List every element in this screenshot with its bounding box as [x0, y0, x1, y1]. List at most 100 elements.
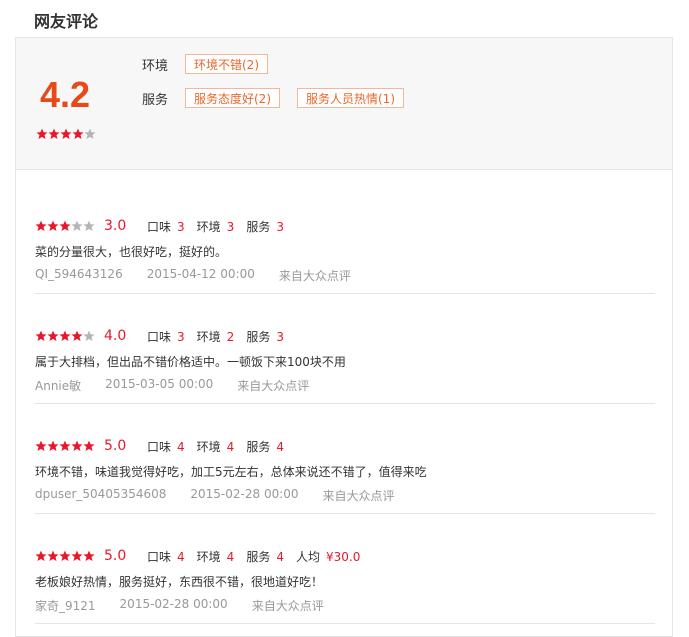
price-value: ¥30.0 [325, 549, 361, 564]
service-rating: 服务 3 [246, 218, 284, 235]
review-score: 5.0 [104, 438, 127, 454]
service-label: 服务 [246, 549, 271, 564]
environment-label: 环境 [196, 219, 221, 234]
taste-label: 口味 [147, 219, 172, 234]
star-filled-icon [47, 550, 59, 562]
taste-rating: 口味 4 [147, 548, 185, 565]
environment-value: 4 [226, 439, 235, 454]
star-filled-icon [71, 330, 83, 342]
review-text: 菜的分量很大，也很好吃，挺好的。 [35, 245, 228, 259]
service-tags-row: 服务 服务态度好(2) 服务人员热情(1) [142, 88, 421, 108]
review-stars [35, 220, 95, 232]
taste-value: 4 [177, 439, 185, 454]
review-source: 来自大众点评 [237, 379, 310, 393]
review-date: 2015-02-28 00:00 [190, 487, 299, 501]
star-filled-icon [72, 128, 84, 140]
environment-rating: 环境 3 [197, 218, 235, 235]
price-label: 人均 [295, 549, 320, 564]
service-rating: 服务 4 [246, 438, 284, 455]
service-label: 服务 [246, 329, 271, 344]
taste-rating: 口味 4 [147, 438, 185, 455]
taste-label: 口味 [147, 329, 172, 344]
rating-summary: 4.2 环境 环境不错(2) 服务 服务态度好(2) 服务人员热情(1) [16, 38, 672, 170]
star-filled-icon [48, 128, 60, 140]
review-user: 家奇_9121 [35, 599, 96, 613]
taste-value: 3 [177, 329, 185, 344]
service-value: 3 [276, 219, 284, 234]
review-item: 5.0 口味 4 环境 4 服务 4 人均 ¥30.0 老板娘好热情，服务挺好，东西很不… [35, 514, 655, 624]
taste-label: 口味 [147, 439, 172, 454]
star-filled-icon [71, 550, 83, 562]
star-filled-icon [35, 330, 47, 342]
star-filled-icon [47, 330, 59, 342]
star-filled-icon [47, 440, 59, 452]
service-value: 3 [276, 329, 284, 344]
review-text: 老板娘好热情，服务挺好，东西很不错，很地道好吃！ [35, 575, 324, 589]
tag-service-warm-staff[interactable]: 服务人员热情(1) [297, 88, 404, 108]
star-filled-icon [83, 440, 95, 452]
review-user: Annie敏 [35, 379, 82, 393]
service-label: 服务 [142, 92, 169, 108]
star-filled-icon [35, 440, 47, 452]
star-filled-icon [36, 128, 48, 140]
environment-rating: 环境 4 [197, 548, 235, 565]
star-filled-icon [59, 440, 71, 452]
environment-label: 环境 [196, 439, 221, 454]
review-item: 3.0 口味 3 环境 3 服务 3 菜的分量很大，也很好吃，挺好的。 QI_5946… [35, 184, 655, 294]
taste-label: 口味 [147, 549, 172, 564]
tag-service-attitude[interactable]: 服务态度好(2) [185, 88, 280, 108]
environment-label: 环境 [196, 549, 221, 564]
service-rating: 服务 4 [246, 548, 284, 565]
service-label: 服务 [246, 439, 271, 454]
review-source: 来自大众点评 [322, 489, 395, 503]
review-score: 5.0 [104, 548, 127, 564]
review-stars [35, 550, 95, 562]
environment-tags-row: 环境 环境不错(2) [142, 54, 285, 74]
service-value: 4 [276, 439, 284, 454]
star-filled-icon [59, 550, 71, 562]
star-filled-icon [60, 128, 72, 140]
star-filled-icon [83, 550, 95, 562]
star-filled-icon [59, 330, 71, 342]
review-date: 2015-03-05 00:00 [105, 377, 214, 391]
taste-value: 4 [177, 549, 185, 564]
review-date: 2015-02-28 00:00 [119, 597, 228, 611]
review-user: dpuser_50405354608 [35, 487, 167, 501]
environment-rating: 环境 2 [197, 328, 235, 345]
environment-value: 3 [226, 219, 235, 234]
environment-rating: 环境 4 [197, 438, 235, 455]
environment-value: 2 [226, 329, 235, 344]
review-stars [35, 330, 95, 342]
review-score: 3.0 [104, 218, 127, 234]
star-empty-icon [83, 330, 95, 342]
star-empty-icon [84, 128, 96, 140]
review-date: 2015-04-12 00:00 [146, 267, 255, 281]
environment-label: 环境 [142, 58, 169, 74]
service-rating: 服务 3 [246, 328, 284, 345]
review-source: 来自大众点评 [251, 599, 324, 613]
review-stars [35, 440, 95, 452]
overall-score: 4.2 [40, 74, 91, 115]
review-score: 4.0 [104, 328, 127, 344]
star-filled-icon [47, 220, 59, 232]
reviews-panel: 4.2 环境 环境不错(2) 服务 服务态度好(2) 服务人员热情(1) 3.0… [15, 37, 673, 637]
taste-rating: 口味 3 [147, 328, 185, 345]
star-filled-icon [71, 440, 83, 452]
review-text: 环境不错，味道我觉得好吃，加工5元左右，总体来说还不错了，值得来吃 [35, 465, 427, 479]
tag-environment-good[interactable]: 环境不错(2) [185, 54, 268, 74]
review-item: 4.0 口味 3 环境 2 服务 3 属于大排档，但出品不错价格适中。一顿饭下来100… [35, 294, 655, 404]
review-text: 属于大排档，但出品不错价格适中。一顿饭下来100块不用 [35, 355, 346, 369]
review-user: QI_594643126 [35, 267, 123, 281]
environment-value: 4 [226, 549, 235, 564]
star-filled-icon [35, 220, 47, 232]
environment-label: 环境 [196, 329, 221, 344]
review-item: 5.0 口味 4 环境 4 服务 4 环境不错，味道我觉得好吃，加工5元左右，总体来说… [35, 404, 655, 514]
review-source: 来自大众点评 [278, 269, 351, 283]
taste-value: 3 [177, 219, 185, 234]
star-empty-icon [83, 220, 95, 232]
star-filled-icon [35, 550, 47, 562]
overall-stars [36, 128, 96, 140]
service-label: 服务 [246, 219, 271, 234]
star-empty-icon [71, 220, 83, 232]
star-filled-icon [59, 220, 71, 232]
